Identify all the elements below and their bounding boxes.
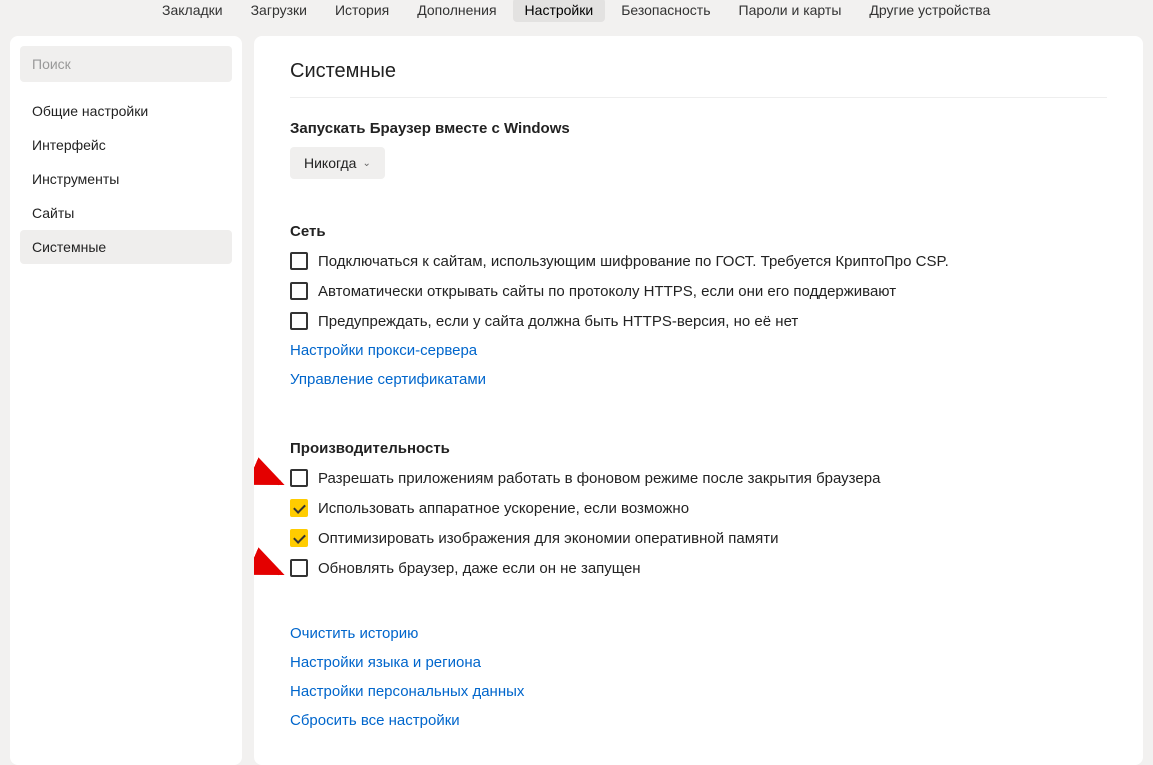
network-opt-https-warn: Предупреждать, если у сайта должна быть … <box>290 312 1107 330</box>
perf-opt-hwaccel: Использовать аппаратное ускорение, если … <box>290 499 1107 517</box>
annotation-arrow-icon <box>254 463 288 493</box>
perf-opt-optimize-img: Оптимизировать изображения для экономии … <box>290 529 1107 547</box>
tab-settings[interactable]: Настройки <box>513 0 606 22</box>
annotation-arrow-icon <box>254 553 288 583</box>
page-title: Системные <box>290 60 1107 83</box>
top-nav: Закладки Загрузки История Дополнения Нас… <box>0 0 1153 28</box>
perf-opt-background: Разрешать приложениям работать в фоновом… <box>290 469 1107 487</box>
sidebar-item-tools[interactable]: Инструменты <box>20 162 232 196</box>
tab-passwords[interactable]: Пароли и карты <box>727 0 854 22</box>
tab-history[interactable]: История <box>323 0 401 22</box>
startup-select-value: Никогда <box>304 155 356 171</box>
network-opt-gost: Подключаться к сайтам, использующим шифр… <box>290 252 1107 270</box>
tab-addons[interactable]: Дополнения <box>405 0 508 22</box>
checkbox-hw-accel[interactable] <box>290 499 308 517</box>
checkbox-optimize-images[interactable] <box>290 529 308 547</box>
checkbox-label: Обновлять браузер, даже если он не запущ… <box>318 560 641 577</box>
startup-select[interactable]: Никогда ⌄ <box>290 147 385 179</box>
tab-devices[interactable]: Другие устройства <box>857 0 1002 22</box>
link-reset-settings[interactable]: Сбросить все настройки <box>290 712 1107 729</box>
sidebar-item-general[interactable]: Общие настройки <box>20 94 232 128</box>
tab-bookmarks[interactable]: Закладки <box>150 0 235 22</box>
checkbox-label: Использовать аппаратное ускорение, если … <box>318 500 689 517</box>
tab-downloads[interactable]: Загрузки <box>239 0 319 22</box>
sidebar-item-sites[interactable]: Сайты <box>20 196 232 230</box>
link-language-region[interactable]: Настройки языка и региона <box>290 654 1107 671</box>
perf-opt-update: Обновлять браузер, даже если он не запущ… <box>290 559 1107 577</box>
checkbox-https-warn[interactable] <box>290 312 308 330</box>
link-cert-management[interactable]: Управление сертификатами <box>290 371 1107 388</box>
checkbox-https-auto[interactable] <box>290 282 308 300</box>
checkbox-label: Разрешать приложениям работать в фоновом… <box>318 470 880 487</box>
checkbox-label: Подключаться к сайтам, использующим шифр… <box>318 253 949 270</box>
sidebar-item-system[interactable]: Системные <box>20 230 232 264</box>
network-heading: Сеть <box>290 223 1107 240</box>
link-personal-data[interactable]: Настройки персональных данных <box>290 683 1107 700</box>
checkbox-label: Оптимизировать изображения для экономии … <box>318 530 778 547</box>
checkbox-gost[interactable] <box>290 252 308 270</box>
chevron-down-icon: ⌄ <box>362 158 370 169</box>
search-input[interactable] <box>20 46 232 82</box>
checkbox-background-apps[interactable] <box>290 469 308 487</box>
main-content: Системные Запускать Браузер вместе с Win… <box>254 36 1143 765</box>
startup-heading: Запускать Браузер вместе с Windows <box>290 120 1107 137</box>
divider <box>290 97 1107 98</box>
link-clear-history[interactable]: Очистить историю <box>290 625 1107 642</box>
sidebar: Общие настройки Интерфейс Инструменты Са… <box>10 36 242 765</box>
network-opt-https-auto: Автоматически открывать сайты по протоко… <box>290 282 1107 300</box>
performance-heading: Производительность <box>290 440 1107 457</box>
tab-security[interactable]: Безопасность <box>609 0 722 22</box>
checkbox-label: Автоматически открывать сайты по протоко… <box>318 283 896 300</box>
sidebar-item-interface[interactable]: Интерфейс <box>20 128 232 162</box>
checkbox-label: Предупреждать, если у сайта должна быть … <box>318 313 798 330</box>
checkbox-update-browser[interactable] <box>290 559 308 577</box>
link-proxy-settings[interactable]: Настройки прокси-сервера <box>290 342 1107 359</box>
